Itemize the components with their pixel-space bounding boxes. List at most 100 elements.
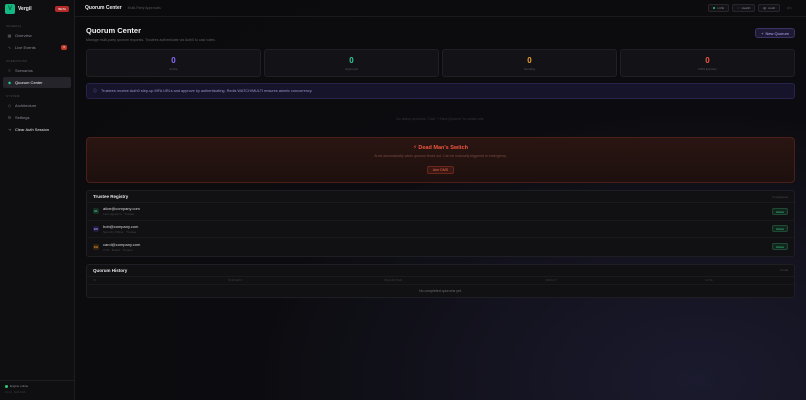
stat-card-approved: 0 Approved: [264, 49, 439, 77]
sidebar-item-scenarios[interactable]: ≡ Scenarios: [3, 65, 71, 76]
diagram-icon: ◇: [7, 103, 12, 108]
stat-card-dms-expiries: 0 DMS Expiries: [620, 49, 795, 77]
trustee-role: CTO · Board · Trustee: [103, 247, 133, 252]
content: Quorum Center Manage multi-party quorum …: [75, 17, 806, 298]
sidebar-item-live-events[interactable]: ∿ Live Events 3: [3, 42, 71, 53]
grid-icon: ▦: [7, 33, 12, 38]
stat-label: Pending: [523, 66, 535, 71]
trustee-email: alice@company.com: [103, 206, 140, 212]
avatar: BO: [93, 225, 99, 232]
column-header: REQUESTED: [384, 278, 402, 282]
engine-status: Engine online: [5, 384, 69, 388]
info-banner-text: Trustees receive Auth0 step-up MFA URLs …: [101, 89, 313, 93]
dead-mans-switch-card: ⚡ Dead Man's Switch Arms automatically w…: [86, 137, 795, 183]
trustee-registry-title: Trustee Registry: [93, 194, 129, 199]
brand[interactable]: V Vergil BETA: [0, 0, 74, 18]
trustee-email: bob@company.com: [103, 223, 139, 229]
live-dot-icon: [713, 7, 716, 9]
sidebar-item-clear-auth-session[interactable]: ⇥ Clear Auth Session: [3, 124, 71, 135]
live-pill[interactable]: LIVE: [708, 4, 729, 12]
page-title: Quorum Center: [86, 26, 142, 35]
trustee-role: Last signed in · Trustee: [103, 212, 135, 217]
info-icon: ⓘ: [93, 88, 97, 93]
sidebar-item-label: Quorum Center: [15, 80, 43, 85]
status-dot-icon: [5, 384, 8, 388]
sidebar-item-settings[interactable]: ⚙ Settings: [3, 112, 71, 123]
sidebar: V Vergil BETA GENERAL ▦ Overview ∿ Live …: [0, 0, 75, 400]
sidebar-footer: Engine online v0.4.2 · build 1128: [0, 380, 74, 400]
stats-row: 0 Active 0 Approved 0 Pending 0 DMS Expi…: [86, 49, 795, 77]
trustee-email: carol@company.com: [103, 241, 141, 247]
brand-logo: V: [5, 4, 15, 14]
plus-icon: +: [761, 30, 764, 36]
sidebar-item-label: Overview: [15, 33, 32, 38]
sidebar-section-general: GENERAL: [6, 24, 22, 28]
heart-icon: ♡: [736, 6, 740, 10]
status-badge: Active: [771, 225, 788, 233]
stat-value: 0: [527, 55, 532, 65]
sidebar-item-label: Architecture: [15, 103, 37, 108]
sidebar-item-architecture[interactable]: ◇ Architecture: [3, 100, 71, 111]
trustee-role: Security Officer · Trustee: [103, 229, 137, 234]
info-banner: ⓘ Trustees receive Auth0 step-up MFA URL…: [86, 83, 795, 99]
trustee-row[interactable]: CA carol@company.com CTO · Board · Trust…: [87, 238, 794, 256]
quorum-history-title: Quorum History: [93, 267, 128, 273]
sidebar-section-system: SYSTEM: [6, 94, 20, 98]
sidebar-item-label: Clear Auth Session: [15, 127, 50, 132]
stat-value: 0: [705, 55, 710, 65]
avatar: AL: [93, 208, 99, 215]
sidebar-item-quorum-center[interactable]: ◆ Quorum Center: [3, 77, 71, 88]
logout-icon: ⇥: [7, 127, 12, 132]
new-quorum-label: New Quorum: [765, 30, 789, 36]
quorum-history-empty: No completed quorums yet.: [419, 288, 462, 293]
stat-card-active: 0 Active: [86, 49, 261, 77]
dms-title: ⚡ Dead Man's Switch: [87, 145, 794, 151]
doc-icon: ▤: [763, 6, 767, 10]
gear-icon: ⚙: [7, 115, 12, 120]
avatar: CA: [93, 243, 99, 250]
stat-label: DMS Expiries: [698, 66, 717, 71]
stat-value: 0: [349, 55, 354, 65]
trustee-registry-count: 3 registered: [772, 194, 788, 199]
stat-card-pending: 0 Pending: [442, 49, 617, 77]
page-header: Quorum Center Manage multi-party quorum …: [86, 26, 795, 42]
column-header: RESULT: [545, 278, 557, 282]
sidebar-item-label: Live Events: [15, 45, 36, 50]
main-area: Quorum Center Multi-Party Approvals LIVE…: [75, 0, 806, 400]
audit-pill[interactable]: ▤ Audit: [758, 4, 780, 12]
topbar-actions: LIVE ♡ Health ▤ Audit ⌘K: [708, 4, 796, 12]
command-shortcut[interactable]: ⌘K: [783, 4, 796, 12]
brand-name: Vergil: [18, 6, 32, 12]
topbar-title: Quorum Center: [85, 5, 122, 11]
trustee-registry-panel: Trustee Registry 3 registered AL alice@c…: [86, 190, 795, 257]
sidebar-item-overview[interactable]: ▦ Overview: [3, 30, 71, 41]
dms-title-text: Dead Man's Switch: [418, 145, 468, 151]
layers-icon: ≡: [8, 68, 11, 73]
new-quorum-button[interactable]: + New Quorum: [755, 28, 795, 38]
arm-dms-button[interactable]: Arm DMS: [426, 166, 455, 174]
dms-description: Arms automatically when quorum times out…: [374, 154, 507, 158]
live-pill-label: LIVE: [717, 6, 724, 10]
page-description: Manage multi-party quorum requests. Trus…: [86, 38, 216, 42]
column-header: ID: [93, 278, 96, 282]
quorum-history-header: Quorum History 0 total: [87, 265, 794, 277]
engine-version: v0.4.2 · build 1128: [5, 391, 26, 394]
pulse-icon: ∿: [7, 45, 12, 50]
topbar: Quorum Center Multi-Party Approvals LIVE…: [75, 0, 806, 17]
health-pill[interactable]: ♡ Health: [731, 4, 756, 12]
status-badge: Active: [771, 243, 788, 251]
stat-label: Active: [169, 66, 178, 71]
engine-status-text: Engine online: [10, 384, 29, 388]
stat-value: 0: [171, 55, 176, 65]
brand-badge: BETA: [55, 6, 69, 12]
quorum-history-count: 0 total: [779, 268, 788, 272]
quorum-history-columns: ID SCENARIO REQUESTED RESULT DATE: [87, 277, 794, 285]
column-header: SCENARIO: [227, 278, 243, 282]
column-header: DATE: [705, 278, 713, 282]
status-badge: Active: [771, 207, 788, 215]
trustee-row[interactable]: AL alice@company.com Last signed in · Tr…: [87, 203, 794, 221]
trustee-row[interactable]: BO bob@company.com Security Officer · Tr…: [87, 221, 794, 238]
sidebar-item-label: Scenarios: [15, 68, 33, 73]
quorum-history-panel: Quorum History 0 total ID SCENARIO REQUE…: [86, 263, 795, 298]
shield-icon: ◆: [7, 80, 12, 85]
